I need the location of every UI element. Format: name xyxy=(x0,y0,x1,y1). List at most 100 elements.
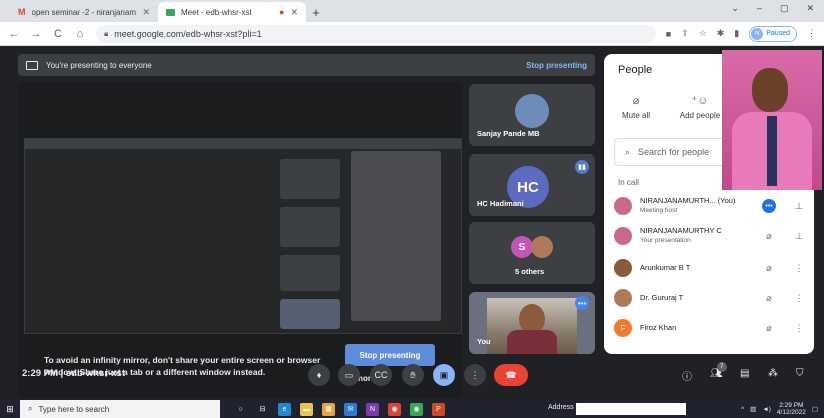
bookmark-star-icon[interactable]: ☆ xyxy=(699,28,707,39)
taskbar-search-input[interactable]: ⌕ Type here to search xyxy=(20,400,220,418)
close-icon[interactable]: ✕ xyxy=(290,7,298,18)
hand-icon: ✋︎ xyxy=(410,369,416,380)
camera-button[interactable]: ▭ xyxy=(338,364,360,386)
camera-icon[interactable]: ■ xyxy=(666,29,671,39)
system-clock[interactable]: 2:29 PM 4/12/2022 xyxy=(777,402,806,416)
panel-title: People xyxy=(618,64,653,76)
meet-control-bar: 2:29 PM | edb-whsr-xst ♦ ▭ CC ✋︎ ▣ ⋮ ☎ ⓘ… xyxy=(0,356,824,392)
mic-off-icon[interactable]: ⌀ xyxy=(758,293,780,304)
chrome-icon[interactable]: ◉ xyxy=(388,402,401,416)
mirrored-tile xyxy=(280,299,340,329)
self-tile[interactable]: ••• You xyxy=(469,292,595,354)
more-options-button[interactable]: ⋮ xyxy=(464,364,486,386)
close-window-icon[interactable]: ✕ xyxy=(806,3,814,14)
mirrored-window xyxy=(24,138,462,334)
more-vert-icon[interactable]: ⋮ xyxy=(788,323,810,334)
others-tile[interactable]: S 5 others xyxy=(469,222,595,284)
network-icon[interactable]: ▥ xyxy=(750,405,756,413)
browser-tab-strip: M open seminar -2 - niranjanamurt ✕ Meet… xyxy=(0,0,824,22)
more-vert-icon[interactable]: ⋮ xyxy=(788,263,810,274)
participant-role: Meeting host xyxy=(640,207,678,214)
onenote-icon[interactable]: N xyxy=(366,402,379,416)
extensions-icon[interactable]: ✱ xyxy=(717,28,725,39)
tab-meet[interactable]: Meet - edb-whsr-xst ● ✕ xyxy=(158,2,306,22)
avatar xyxy=(614,197,632,215)
participant-row[interactable]: NIRANJANAMURTH... (You) Meeting host •••… xyxy=(614,192,810,220)
host-controls-icon[interactable]: ⛉ xyxy=(796,368,804,379)
windows-start-icon[interactable]: ⊞ xyxy=(0,400,20,418)
mic-off-icon[interactable]: ⌀ xyxy=(758,323,780,334)
edge-icon[interactable]: e xyxy=(278,402,291,416)
mic-off-icon: ⌀ xyxy=(632,95,640,107)
chat-icon[interactable]: ▤ xyxy=(740,368,749,379)
home-icon[interactable]: ⌂ xyxy=(74,28,86,40)
cortana-icon[interactable]: ○ xyxy=(234,403,247,416)
raise-hand-button[interactable]: ✋︎ xyxy=(402,364,424,386)
present-button[interactable]: ▣ xyxy=(433,364,455,386)
mute-all-button[interactable]: ⌀ Mute all xyxy=(606,94,666,120)
captions-button[interactable]: CC xyxy=(370,364,392,386)
tab-search-icon[interactable]: ⌄ xyxy=(731,3,739,14)
window-controls: ⌄ – ▢ ✕ xyxy=(731,3,814,14)
notifications-icon[interactable]: ▢ xyxy=(812,405,818,413)
participant-row[interactable]: F Firoz Khan ⌀ ⋮ xyxy=(614,314,810,342)
more-vert-icon[interactable]: ⋮ xyxy=(788,293,810,304)
back-icon[interactable]: ← xyxy=(8,28,20,40)
profile-button[interactable]: N Paused xyxy=(749,25,797,42)
mic-button[interactable]: ♦ xyxy=(308,364,330,386)
pin-icon[interactable]: ⊥ xyxy=(788,201,810,212)
captions-icon: CC xyxy=(374,370,388,380)
more-options-icon[interactable]: ••• xyxy=(762,199,776,213)
menu-kebab-icon[interactable]: ⋮ xyxy=(807,28,816,39)
hang-up-icon: ☎ xyxy=(505,369,517,380)
avatar xyxy=(614,227,632,245)
present-icon: ▣ xyxy=(439,369,449,380)
activities-icon[interactable]: ⁂ xyxy=(768,368,778,379)
store-icon[interactable]: ▦ xyxy=(322,402,335,416)
volume-icon[interactable]: ◄) xyxy=(762,406,771,413)
task-view-icon[interactable]: ⊟ xyxy=(256,403,269,416)
people-button[interactable]: 👥︎ 7 xyxy=(710,362,727,379)
screen: M open seminar -2 - niranjanamurt ✕ Meet… xyxy=(0,0,824,418)
new-tab-button[interactable]: + xyxy=(306,2,326,22)
screen-share-preview: To avoid an infinity mirror, don't share… xyxy=(18,82,462,398)
maximize-icon[interactable]: ▢ xyxy=(780,3,789,14)
close-icon[interactable]: ✕ xyxy=(142,7,150,18)
side-panel-icon[interactable]: ▮ xyxy=(734,28,739,39)
search-placeholder: Search for people xyxy=(638,147,710,157)
chevron-up-icon[interactable]: ^ xyxy=(741,406,744,413)
presenting-text: You're presenting to everyone xyxy=(46,60,152,70)
file-explorer-icon[interactable]: ▬ xyxy=(300,402,313,416)
participant-row[interactable]: Arunkumar B T ⌀ ⋮ xyxy=(614,254,810,282)
participant-tile[interactable]: HC ▮▮ HC Hadimani xyxy=(469,154,595,216)
mail-icon[interactable]: ✉ xyxy=(344,402,357,416)
chrome-profile-icon[interactable]: ◉ xyxy=(410,402,423,416)
meet-icon xyxy=(166,8,175,16)
profile-avatar: N xyxy=(751,27,764,40)
unpin-icon[interactable]: ⊥ xyxy=(788,231,810,242)
audio-off-icon[interactable]: ⌀ xyxy=(758,231,780,242)
participant-row[interactable]: NIRANJANAMURTHY C Your presentation ⌀ ⊥ xyxy=(614,222,810,250)
participant-row[interactable]: Dr. Gururaj T ⌀ ⋮ xyxy=(614,284,810,312)
address-toolbar-input[interactable] xyxy=(576,403,686,415)
participant-info: NIRANJANAMURTHY C Your presentation xyxy=(640,226,750,246)
powerpoint-icon[interactable]: P xyxy=(432,402,445,416)
mute-all-label: Mute all xyxy=(621,111,650,120)
reload-icon[interactable]: C xyxy=(52,28,64,40)
avatar xyxy=(614,259,632,277)
more-options-icon[interactable]: ••• xyxy=(575,296,589,310)
add-people-button[interactable]: ⁺☺ Add people xyxy=(670,94,730,120)
url-input[interactable]: 🔒︎ meet.google.com/edb-whsr-xst?pli=1 xyxy=(96,24,656,43)
search-icon: ⌕ xyxy=(625,146,631,157)
share-icon[interactable]: ⇪ xyxy=(681,28,689,39)
stop-presenting-link[interactable]: Stop presenting xyxy=(526,61,587,70)
present-screen-icon xyxy=(26,60,38,70)
participant-tile[interactable]: Sanjay Pande MB xyxy=(469,84,595,146)
mirrored-tile xyxy=(280,159,340,199)
info-icon[interactable]: ⓘ xyxy=(682,368,692,383)
minimize-icon[interactable]: – xyxy=(757,3,762,14)
forward-icon[interactable]: → xyxy=(30,28,42,40)
tab-seminar[interactable]: M open seminar -2 - niranjanamurt ✕ xyxy=(10,2,158,22)
leave-call-button[interactable]: ☎ xyxy=(494,364,528,386)
mic-off-icon[interactable]: ⌀ xyxy=(758,263,780,274)
